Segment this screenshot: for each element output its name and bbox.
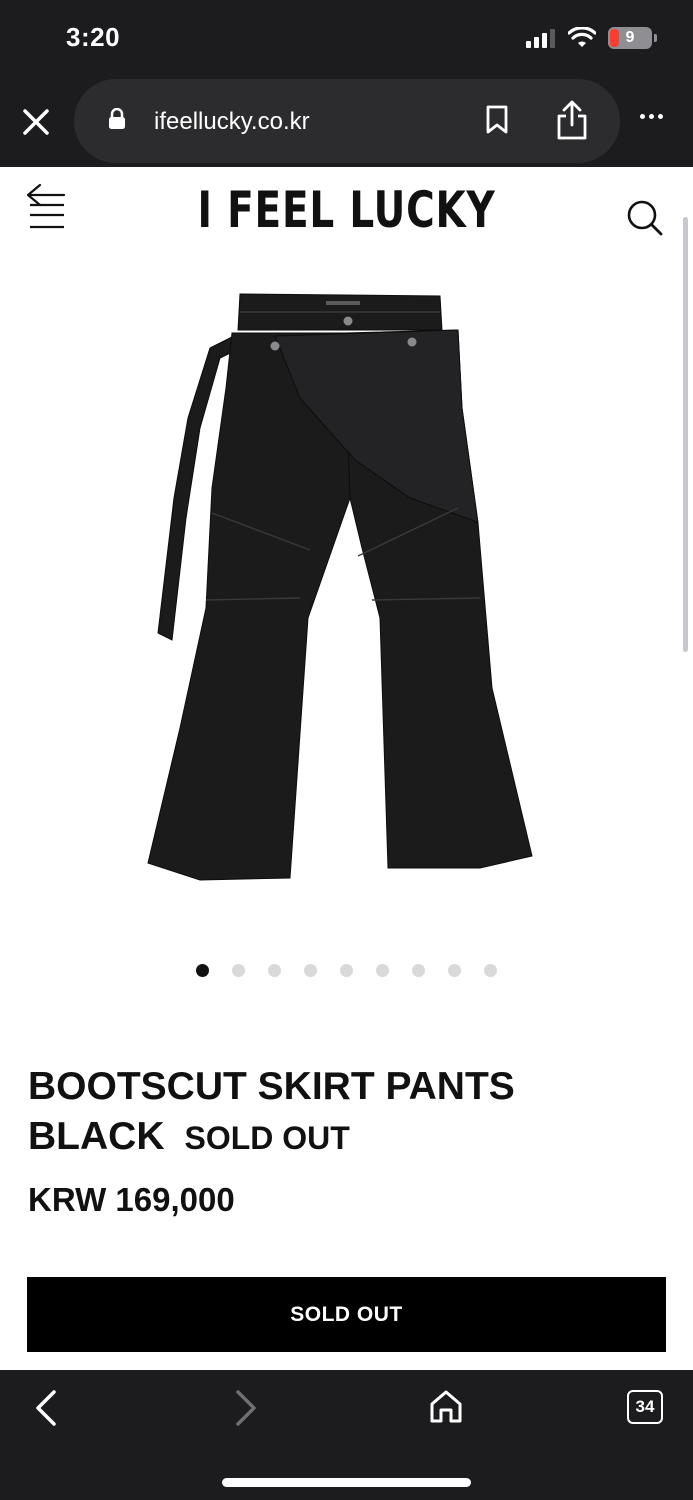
search-icon[interactable] [626, 199, 664, 237]
sold-out-button[interactable]: SOLD OUT [27, 1277, 666, 1352]
product-image[interactable] [140, 288, 540, 888]
pagination-dot-6[interactable] [376, 964, 389, 977]
status-icons: 9 [526, 24, 657, 52]
wifi-icon [568, 27, 596, 47]
product-info: BOOTSCUT SKIRT PANTS BLACK SOLD OUT KRW 1… [28, 1062, 668, 1219]
product-title-line2: BLACK SOLD OUT [28, 1112, 668, 1163]
product-title-line1: BOOTSCUT SKIRT PANTS [28, 1065, 515, 1108]
pagination-dot-3[interactable] [268, 964, 281, 977]
back-icon[interactable] [32, 1388, 62, 1428]
pagination-dot-7[interactable] [412, 964, 425, 977]
tabs-button[interactable]: 34 [627, 1390, 663, 1424]
pagination-dot-8[interactable] [448, 964, 461, 977]
pagination-dot-2[interactable] [232, 964, 245, 977]
close-icon [23, 109, 49, 135]
product-price: KRW 169,000 [28, 1181, 235, 1218]
menu-icon[interactable] [26, 179, 66, 233]
pagination-dot-5[interactable] [340, 964, 353, 977]
status-bar: 3:20 9 [0, 0, 693, 76]
battery-level: 9 [625, 29, 635, 46]
url-text[interactable]: ifeellucky.co.kr [154, 108, 310, 136]
battery-tip [654, 34, 657, 42]
bookmark-icon[interactable] [484, 105, 510, 135]
product-title-color: BLACK [28, 1115, 165, 1158]
browser-top-bar: 3:20 9 ifeellucky.co.kr [0, 0, 693, 167]
more-options-icon[interactable] [640, 114, 663, 119]
share-icon[interactable] [554, 99, 590, 141]
site-logo[interactable]: I FEEL LUCKY [76, 181, 617, 239]
site-header: I FEEL LUCKY [0, 167, 693, 247]
cellular-signal-icon [526, 29, 555, 48]
page-scrollbar[interactable] [683, 217, 688, 652]
forward-icon[interactable] [230, 1388, 260, 1428]
status-time: 3:20 [66, 22, 121, 52]
pagination-dot-9[interactable] [484, 964, 497, 977]
address-bar-row: ifeellucky.co.kr [0, 76, 693, 167]
home-indicator[interactable] [222, 1478, 471, 1487]
lock-icon [109, 108, 125, 129]
battery-icon: 9 [608, 27, 652, 49]
home-icon[interactable] [428, 1388, 464, 1424]
address-bar[interactable]: ifeellucky.co.kr [74, 79, 620, 163]
pagination-dot-4[interactable] [304, 964, 317, 977]
image-pagination [0, 964, 693, 978]
sold-out-badge: SOLD OUT [184, 1120, 350, 1156]
pagination-dot-1[interactable] [196, 964, 209, 977]
close-button[interactable] [18, 104, 54, 140]
